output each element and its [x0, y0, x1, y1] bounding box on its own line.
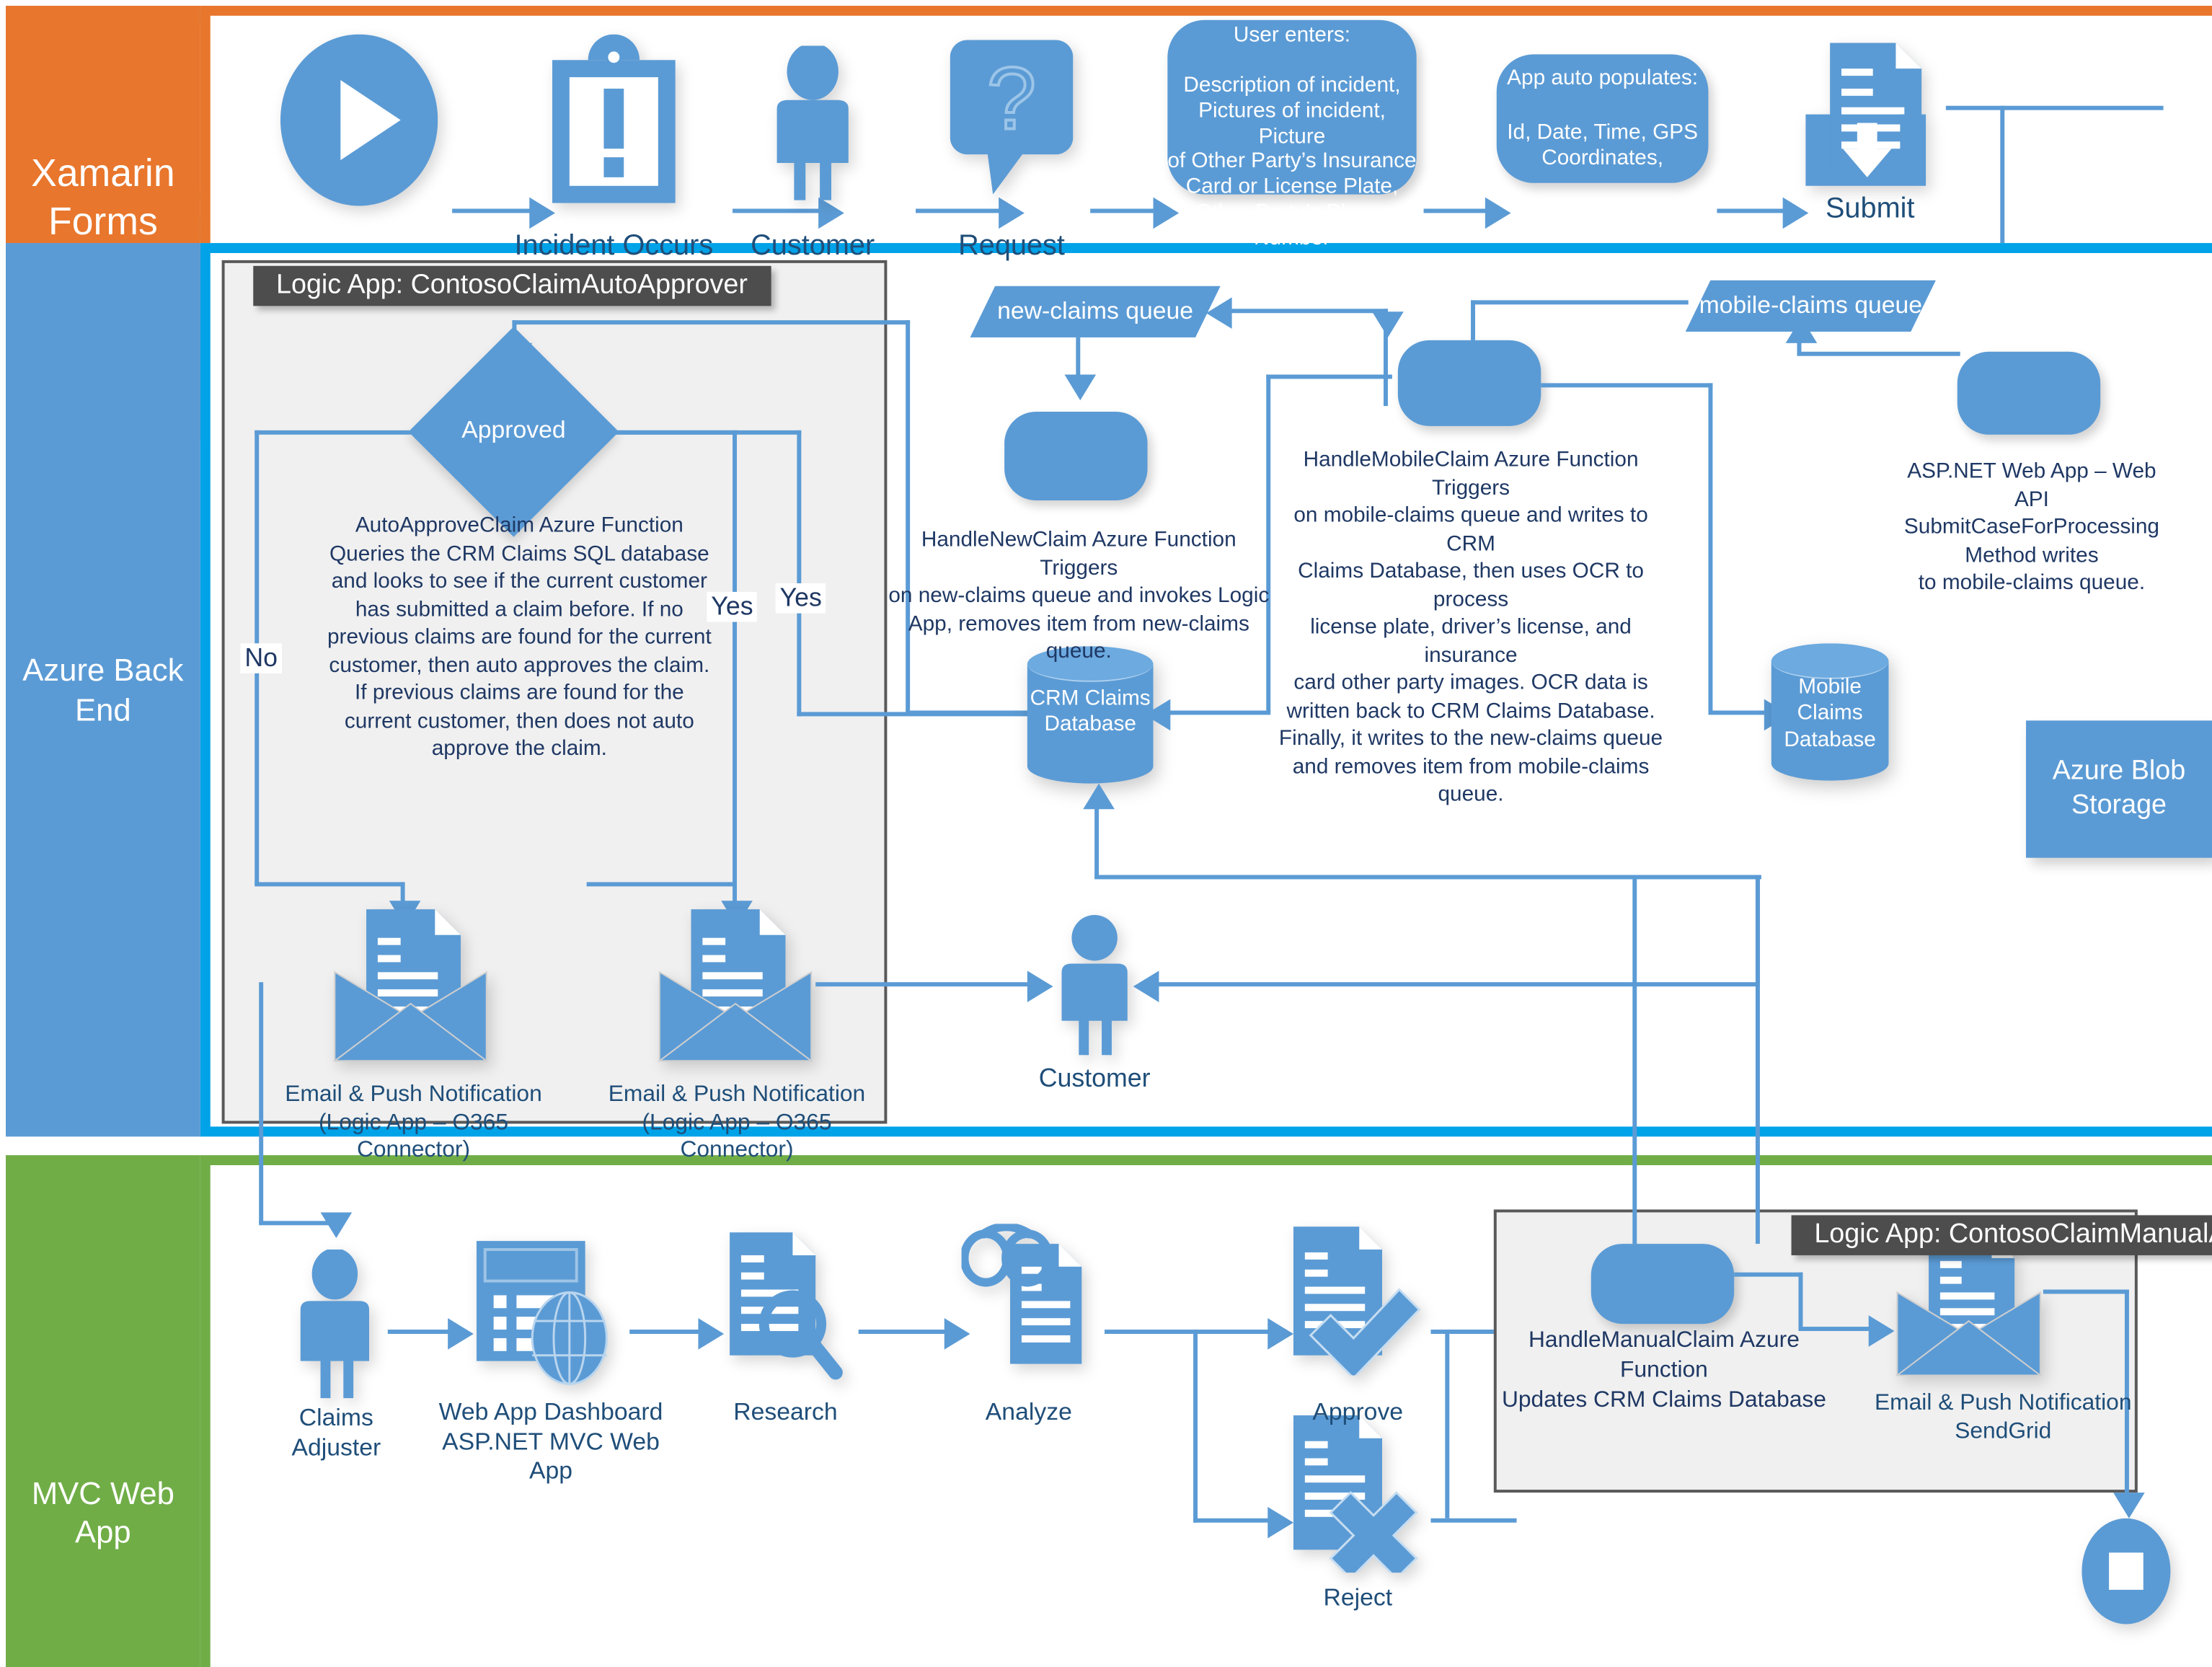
person-icon-claims-adjuster — [291, 1250, 379, 1398]
new-claims-queue: new-claims queue — [970, 286, 1220, 337]
section-label-mvc: MVC Web App — [6, 1155, 200, 1667]
document-approve-icon — [1291, 1224, 1433, 1375]
caption-incident-occurs: Incident Occurs — [492, 229, 735, 263]
handle-new-claim-function — [1004, 412, 1147, 500]
caption-approve: Approve — [1273, 1398, 1442, 1428]
caption-user-enters: User enters: Description of incident, Pi… — [1167, 23, 1416, 251]
document-search-icon — [724, 1229, 844, 1381]
mobile-claims-database-label: Mobile Claims Database — [1771, 675, 1889, 753]
question-bubble-icon: ? — [950, 40, 1074, 198]
person-icon-customer-azure — [1053, 915, 1136, 1055]
section-label-azure: Azure Back End — [6, 243, 200, 1136]
svg-text:?: ? — [987, 50, 1036, 149]
submit-icon — [1795, 43, 1937, 193]
caption-analyze: Analyze — [944, 1398, 1113, 1428]
caption-research: Research — [701, 1398, 870, 1428]
stop-icon-end — [2082, 1518, 2170, 1624]
envelope-icon-email-left — [326, 906, 495, 1066]
auto-approve-description: AutoApproveClaim Azure Function Queries … — [326, 512, 712, 763]
handle-mobile-claim-function — [1398, 340, 1541, 426]
edge-label-no: No — [240, 643, 282, 673]
approved-decision-label: Approved — [428, 407, 599, 453]
play-icon — [280, 35, 438, 206]
caption-customer-azure: Customer — [1001, 1064, 1187, 1095]
edge-label-yes-right: Yes — [776, 583, 826, 614]
aspnet-webapi-node — [1957, 352, 2100, 435]
crm-claims-database: CRM Claims Database — [1027, 646, 1154, 783]
web-dashboard-icon — [477, 1238, 619, 1387]
handle-new-claim-description: HandleNewClaim Azure Function Triggers o… — [887, 526, 1270, 666]
person-icon-customer — [763, 45, 863, 203]
caption-auto-populates: App auto populates: Id, Date, Time, GPS … — [1497, 66, 1709, 173]
caption-request: Request — [911, 229, 1112, 263]
handle-manual-claim-function — [1591, 1244, 1734, 1324]
caption-dashboard: Web App Dashboard ASP.NET MVC Web App — [436, 1398, 665, 1487]
architecture-diagram: Xamarin Forms Mobile App Incident Occurs… — [0, 0, 2212, 1667]
caption-sendgrid: Email & Push Notification SendGrid — [1860, 1389, 2146, 1445]
crm-claims-database-label: CRM Claims Database — [1027, 686, 1154, 739]
caption-email-right: Email & Push Notification (Logic App – O… — [601, 1081, 872, 1164]
logic-app-auto-approver-title: Logic App: ContosoClaimAutoApprover — [253, 266, 770, 306]
caption-customer-mobile: Customer — [712, 229, 913, 263]
caption-reject: Reject — [1273, 1584, 1442, 1614]
handle-manual-claim-description: HandleManualClaim Azure Function Updates… — [1500, 1327, 1828, 1416]
clipboard-alert-icon — [549, 35, 678, 206]
envelope-icon-email-right — [651, 906, 820, 1066]
mobile-claims-database: Mobile Claims Database — [1771, 643, 1889, 780]
caption-claims-adjuster: Claims Adjuster — [260, 1404, 412, 1463]
document-reject-icon — [1291, 1412, 1433, 1573]
caption-email-left: Email & Push Notification (Logic App – O… — [280, 1081, 547, 1164]
logic-app-manual-approver-title: Logic App: ContosoClaimManualApprover — [1792, 1215, 2212, 1255]
aspnet-webapi-description: ASP.NET Web App – Web API SubmitCaseForP… — [1889, 458, 2175, 597]
caption-submit: Submit — [1770, 192, 1970, 226]
azure-blob-storage: Azure Blob Storage — [2026, 720, 2212, 857]
edge-label-yes-left: Yes — [707, 592, 757, 622]
handle-mobile-claim-description: HandleMobileClaim Azure Function Trigger… — [1270, 446, 1671, 809]
glasses-document-icon — [962, 1224, 1105, 1384]
